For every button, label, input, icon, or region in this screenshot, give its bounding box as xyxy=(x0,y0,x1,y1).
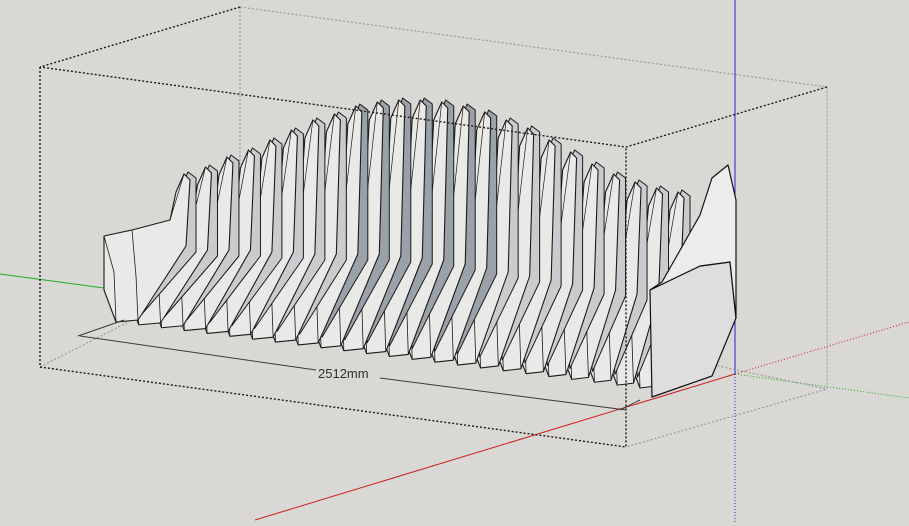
dimension-extension-left xyxy=(77,319,125,337)
sofa-fins xyxy=(103,97,691,389)
axis-y-green xyxy=(0,273,105,289)
axis-x-red-dotted xyxy=(734,321,909,375)
dimension-line-right xyxy=(379,377,627,411)
dimension-extension-right xyxy=(619,399,641,411)
dimension-label[interactable]: 2512mm xyxy=(316,366,371,382)
axis-x-red xyxy=(254,373,736,521)
model-canvas[interactable] xyxy=(0,0,909,522)
modeling-viewport[interactable]: 2512mm xyxy=(0,0,909,522)
axis-y-green-dotted xyxy=(734,373,909,399)
